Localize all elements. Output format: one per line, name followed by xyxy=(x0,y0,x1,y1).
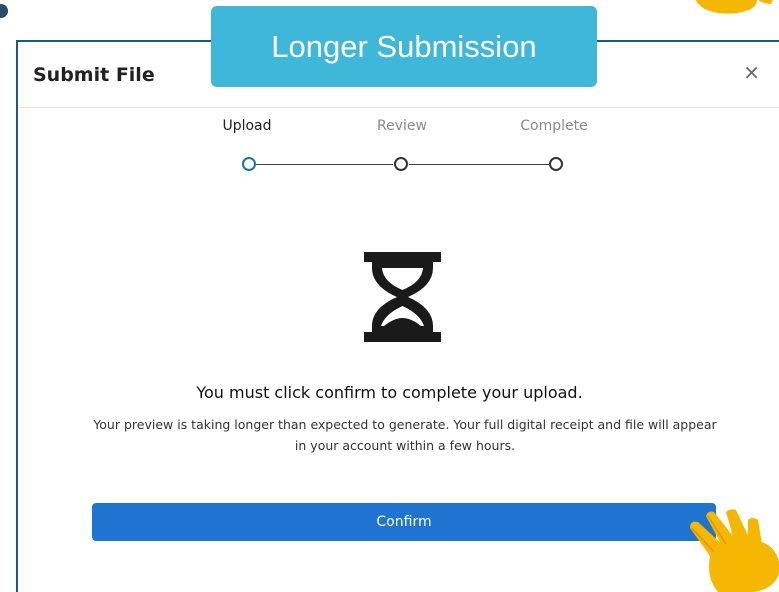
confirm-button[interactable]: Confirm xyxy=(92,503,716,541)
corner-marker xyxy=(0,4,8,18)
stepper-connector xyxy=(256,164,393,165)
annotation-banner: Longer Submission xyxy=(211,6,597,87)
stepper-connector xyxy=(409,164,549,165)
stepper-track xyxy=(0,156,779,174)
modal-title: Submit File xyxy=(33,64,155,86)
stepper-labels: Upload Review Complete xyxy=(0,118,779,138)
hourglass-icon xyxy=(364,252,441,342)
step-label-review: Review xyxy=(377,118,427,134)
status-heading: You must click confirm to complete your … xyxy=(196,383,583,402)
pointing-hand-icon xyxy=(695,0,773,14)
step-label-upload: Upload xyxy=(222,118,272,134)
pointing-hand-icon xyxy=(690,509,779,592)
status-description: Your preview is taking longer than expec… xyxy=(93,417,717,453)
step-dot-upload[interactable] xyxy=(242,157,256,171)
step-label-complete: Complete xyxy=(520,118,588,134)
step-dot-review[interactable] xyxy=(394,157,408,171)
close-icon[interactable]: × xyxy=(743,62,760,82)
step-dot-complete[interactable] xyxy=(549,157,563,171)
